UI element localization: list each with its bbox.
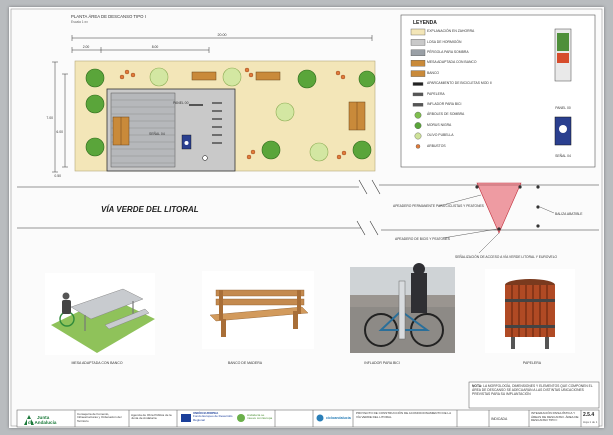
legend-swatch: [414, 132, 422, 140]
callout-access-sign: SEÑALIZACIÓN DE ACCESO A VÍA VERDE LITOR…: [455, 254, 558, 259]
dim-total: 20.00: [218, 33, 227, 37]
plan-name: INTEGRACIÓN PAISAJÍSTICA Y ÁREAS DE DESC…: [531, 411, 579, 423]
photo-adapted-table: [45, 273, 155, 355]
legend-panel-logo-icon: [557, 53, 569, 63]
cicloandalucia-logo-icon: [316, 414, 324, 422]
left-dimensions: [52, 61, 68, 173]
plan-label-signal: SEÑAL 04: [149, 131, 165, 136]
caption-litter-bin: PAPELERA: [523, 361, 542, 365]
dim-middle: 8.00: [152, 45, 159, 49]
legend-swatch: [412, 103, 424, 107]
bench-top-1: [191, 71, 217, 81]
legend-item-label: MESA ADAPTADA CON BANCO: [427, 60, 477, 65]
access-cone: [476, 182, 522, 234]
callout-permanent-stop: APEADERO PERMANENTE PARA CICLISTAS Y PEA…: [393, 204, 485, 208]
eu-fund-sub: Fondo Europeo de Desarrollo Regional: [193, 414, 233, 422]
sheet-number: 2.5.4: [583, 412, 595, 418]
sheet-sub: Hoja 1 de 1: [583, 420, 598, 424]
legend-panel-map-icon: [557, 33, 569, 51]
legend-item-label: ÁRBOLES DE SOMBRA: [427, 112, 465, 117]
callout-bike-stop: APEADERO DE BICIS Y PEATONES: [395, 237, 451, 241]
andalucia-europa-logo-icon: [237, 414, 245, 422]
dim-left: 2.00: [83, 45, 90, 49]
caption-bench: BANCO DE MADERA: [228, 361, 263, 365]
legend-signal-caption: SEÑAL 04: [555, 153, 571, 158]
adapted-table-right: [348, 101, 366, 131]
bench-top-2: [255, 71, 281, 81]
legend-item-label: PAPELERA: [427, 91, 445, 96]
legend-item-label: MORUS NIGRA: [427, 122, 452, 127]
caption-adapted-table: MESA ADAPTADA CON BANCO: [71, 361, 122, 365]
legend-item-label: EXPLANACIÓN EN ZAHORRA: [427, 29, 475, 34]
org-name: Junta de Andalucía: [28, 415, 57, 425]
dim-height-outer: 7.00: [46, 116, 53, 120]
legend-item-label: OLIVO PUBELLA: [427, 133, 454, 138]
legend-swatch: [412, 82, 424, 86]
drawing-sheet: PLANTA ÁREA DE DESCANSO TIPO I Escala 1:…: [9, 7, 604, 428]
legend-swatch: [414, 122, 422, 130]
road-name: VÍA VERDE DEL LITORAL: [101, 205, 199, 214]
legend-item-label: APARCAMIENTO DE BICICLETAS MOD II: [427, 81, 492, 86]
legend-swatch: [410, 28, 426, 36]
legend-signal-dot-icon: [559, 125, 567, 133]
site-plan-drawing: PLANTA ÁREA DE DESCANSO TIPO I Escala 1:…: [10, 8, 603, 428]
plan-scale: Escala 1:xx: [71, 20, 88, 24]
legend-swatch: [410, 49, 426, 56]
agency: Agencia de Obra Pública de la Junta de A…: [131, 413, 172, 421]
legend-item-label: INFLADOR PARA BICI: [427, 102, 462, 106]
note-text: LA MORFOLOGÍA, DIMENSIONES Y ELEMENTOS Q…: [472, 384, 593, 397]
legend-item-label: BANCO: [427, 70, 440, 75]
legend-title: LEYENDA: [413, 20, 437, 26]
partner: cicloandalucía: [326, 416, 351, 420]
sheet-scale: INDICADA: [491, 417, 508, 421]
bin-icon: [202, 155, 208, 161]
note: NOTA: LA MORFOLOGÍA, DIMENSIONES Y ELEME…: [472, 384, 596, 396]
eu-motto: Andalucía se mueve con Europa: [247, 413, 273, 421]
photo-bike-pump: [350, 263, 455, 353]
photo-litter-bin: [485, 269, 575, 353]
photo-wooden-bench: [202, 271, 314, 349]
adapted-table-left: [112, 116, 130, 146]
legend-swatch: [410, 70, 426, 77]
eu-flag-icon: [181, 414, 191, 422]
legend-swatch: [412, 92, 424, 97]
legend-item-label: LOSA DE HORMIGÓN: [427, 39, 462, 44]
caption-bike-pump: INFLADOR PARA BICI: [364, 361, 400, 365]
top-dimensions: [71, 35, 373, 53]
project-title: PROYECTO DE CONSTRUCCIÓN DE ACONDICIONAM…: [356, 411, 451, 419]
legend-swatch: [414, 111, 422, 119]
plan-label-panel: PANEL 00: [173, 101, 189, 105]
signal-dot-icon: [184, 141, 189, 145]
legend-swatch: [415, 144, 421, 149]
legend-item-label: ARBUSTOS: [427, 143, 446, 148]
department: Consejería de Fomento, Infraestructuras …: [77, 412, 122, 423]
legend-panel-caption: PANEL 00: [555, 106, 571, 110]
dim-height-inner: 6.00: [56, 130, 63, 134]
legend-swatch: [410, 60, 426, 67]
callout-bollard: BALIZA ABATIBLE: [555, 212, 583, 216]
dim-bottom: 0.50: [54, 174, 61, 178]
legend-swatch: [410, 39, 426, 46]
org-name-2: de Andalucía: [28, 419, 57, 425]
legend-item-label: PÉRGOLA PARA SOMBRA: [427, 50, 469, 54]
plan-title: PLANTA ÁREA DE DESCANSO TIPO I: [71, 14, 146, 19]
eu-fund: UNIÓN EUROPEA Fondo Europeo de Desarroll…: [193, 411, 233, 422]
